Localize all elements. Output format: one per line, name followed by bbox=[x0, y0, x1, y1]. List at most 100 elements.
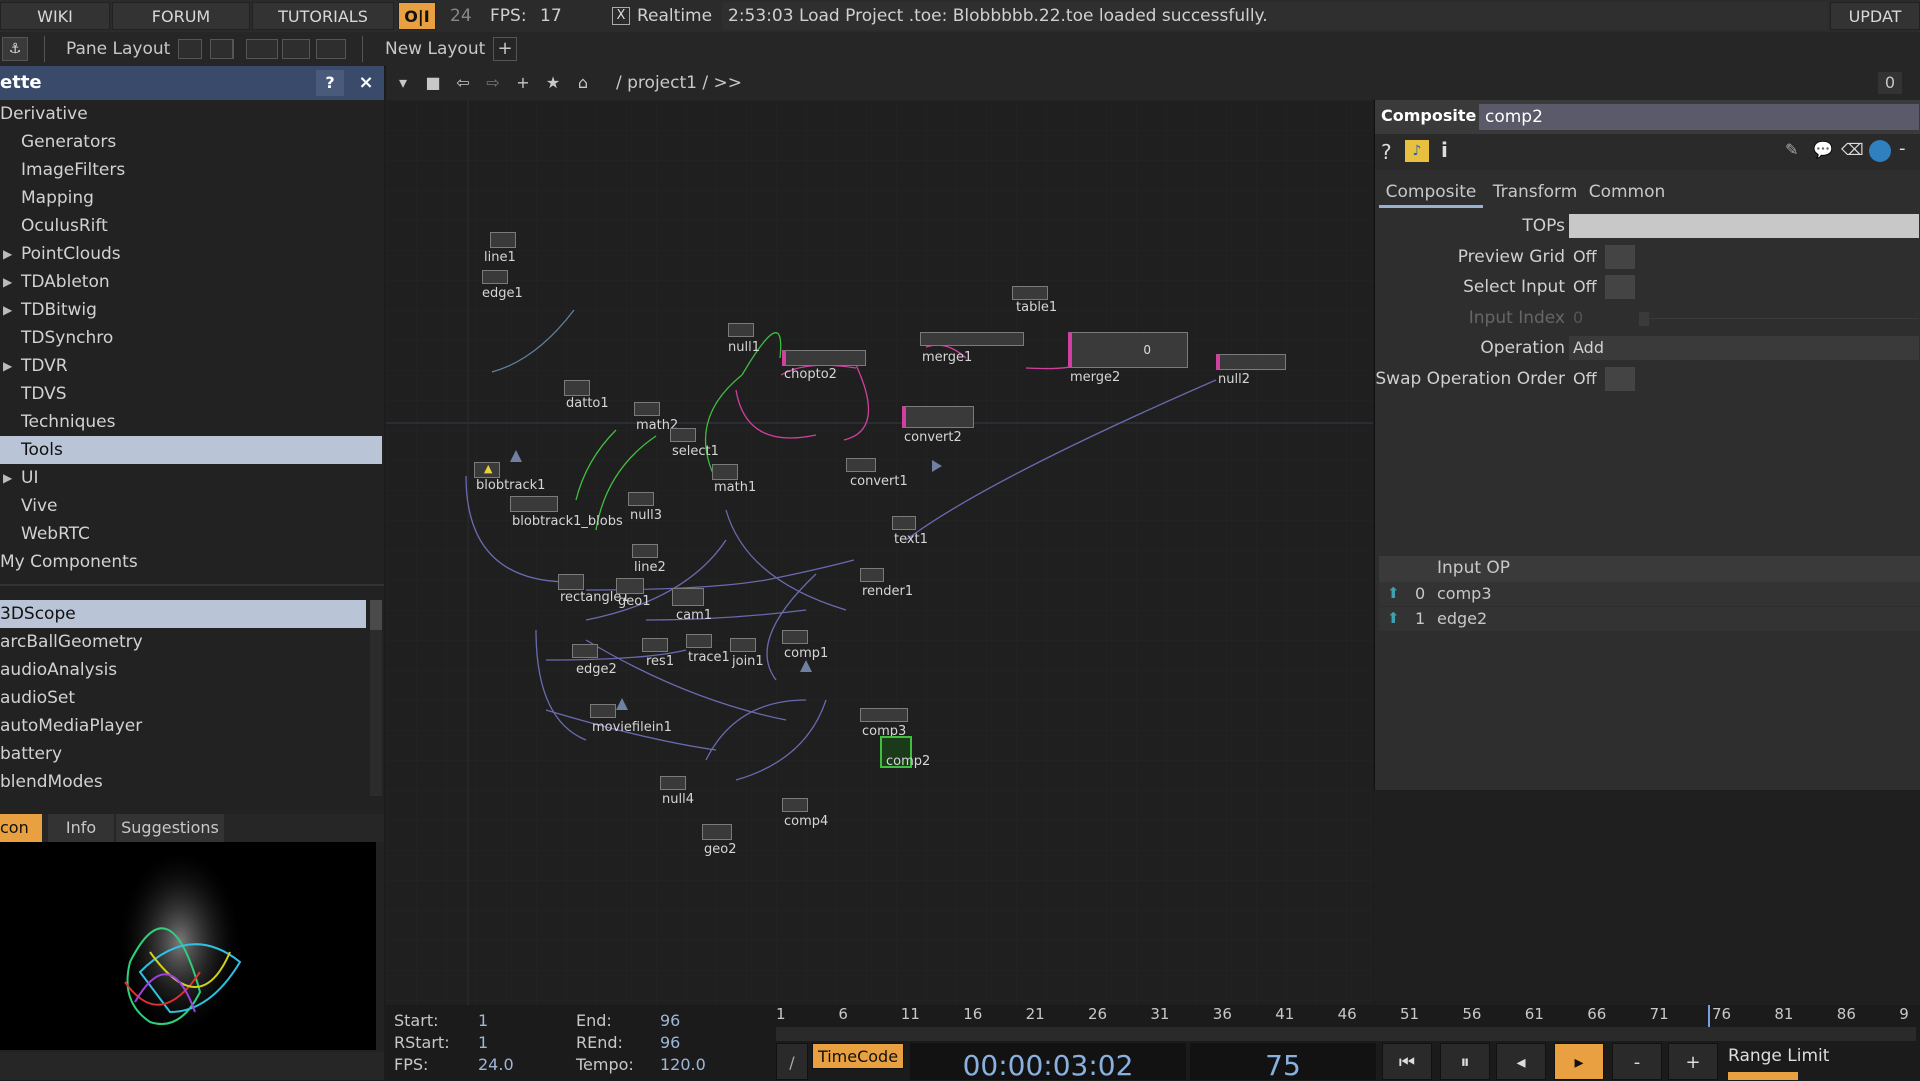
range-limit-toggle[interactable] bbox=[1728, 1072, 1798, 1080]
node-viewer[interactable] bbox=[564, 380, 590, 396]
node-viewer[interactable] bbox=[628, 492, 654, 506]
pause-icon[interactable]: ⏸ bbox=[1440, 1043, 1490, 1080]
node-viewer[interactable] bbox=[634, 402, 660, 416]
palette-tree-item[interactable]: My Components bbox=[0, 548, 382, 576]
tab-icon[interactable]: con bbox=[0, 814, 42, 842]
input-op-row[interactable]: ⬆ 1 edge2 bbox=[1379, 607, 1920, 631]
node-viewer[interactable] bbox=[892, 516, 916, 530]
node-viewer[interactable] bbox=[686, 634, 712, 648]
network-editor[interactable]: line1 edge1 null1 chopto2 merge1 0 merge2 null2… bbox=[386, 100, 1373, 1005]
node-viewer[interactable] bbox=[660, 776, 686, 790]
palette-tree-item[interactable]: Mapping bbox=[0, 184, 382, 212]
edit-icon[interactable]: ✎ bbox=[1785, 140, 1798, 159]
toggle-switch[interactable] bbox=[1605, 244, 1635, 269]
network-path[interactable]: / project1 / >> bbox=[616, 72, 742, 94]
node-viewer[interactable] bbox=[702, 824, 732, 840]
expand-arrow-icon[interactable]: ▶ bbox=[3, 464, 12, 492]
fps-target[interactable]: 24 bbox=[450, 2, 472, 30]
palette-tree-item[interactable]: Vive bbox=[0, 492, 382, 520]
palette-tree-item[interactable]: ▶ TDVR bbox=[0, 352, 382, 380]
param-field[interactable]: 0 bbox=[1569, 306, 1919, 330]
input-arrow-icon[interactable]: ⬆ bbox=[1387, 584, 1400, 602]
palette-tree-item[interactable]: TDSynchro bbox=[0, 324, 382, 352]
layout-split-horizontal-icon[interactable] bbox=[246, 39, 278, 59]
slider-handle[interactable] bbox=[1639, 311, 1649, 326]
node-viewer[interactable] bbox=[1216, 354, 1286, 370]
oi-toggle[interactable]: O|I bbox=[398, 2, 436, 30]
node-viewer[interactable] bbox=[920, 332, 1024, 346]
more-icon[interactable]: - bbox=[1899, 138, 1906, 159]
toggle-switch[interactable] bbox=[1605, 366, 1635, 391]
help-icon[interactable]: ? bbox=[1381, 140, 1392, 164]
input-name[interactable]: comp3 bbox=[1437, 584, 1492, 603]
palette-tree-item[interactable]: Derivative bbox=[0, 100, 382, 128]
wiki-button[interactable]: WIKI bbox=[0, 2, 110, 30]
node-viewer[interactable] bbox=[782, 630, 808, 644]
layout-split-vertical-icon[interactable] bbox=[210, 39, 234, 59]
timeline-track[interactable] bbox=[776, 1027, 1916, 1041]
eraser-icon[interactable]: ⌫ bbox=[1841, 140, 1864, 159]
palette-tree-item[interactable]: ▶ PointClouds bbox=[0, 240, 382, 268]
palette-list-item[interactable]: audioSet bbox=[0, 684, 366, 712]
node-viewer[interactable] bbox=[482, 270, 508, 284]
expand-arrow-icon[interactable]: ▶ bbox=[3, 268, 12, 296]
slider-track[interactable] bbox=[1649, 317, 1919, 319]
layout-three-icon[interactable] bbox=[282, 39, 310, 59]
node-viewer[interactable] bbox=[590, 704, 616, 718]
back-icon[interactable]: ⇦ bbox=[450, 72, 476, 94]
param-field[interactable] bbox=[1569, 214, 1919, 238]
node-viewer[interactable] bbox=[558, 574, 584, 590]
palette-list-item[interactable]: battery bbox=[0, 740, 366, 768]
pane-home-icon[interactable]: ⚓ bbox=[2, 37, 28, 61]
fps-value[interactable]: 24.0 bbox=[478, 1055, 514, 1074]
start-value[interactable]: 1 bbox=[478, 1011, 488, 1030]
python-icon[interactable] bbox=[1869, 140, 1891, 162]
node-viewer[interactable] bbox=[730, 638, 756, 652]
node-viewer[interactable] bbox=[712, 464, 738, 480]
palette-tree-item[interactable]: Generators bbox=[0, 128, 382, 156]
palette-list-item[interactable]: blendModes bbox=[0, 768, 366, 796]
palette-tree-item[interactable]: ▶ TDBitwig bbox=[0, 296, 382, 324]
expand-arrow-icon[interactable]: ▶ bbox=[3, 352, 12, 380]
palette-list-item[interactable]: autoMediaPlayer bbox=[0, 712, 366, 740]
node-viewer[interactable] bbox=[1012, 286, 1048, 300]
param-field[interactable]: Add bbox=[1569, 336, 1919, 360]
python-help-icon[interactable]: ♪ bbox=[1405, 140, 1429, 162]
node-viewer[interactable] bbox=[860, 568, 884, 582]
node-viewer[interactable] bbox=[728, 323, 754, 337]
rstart-value[interactable]: 1 bbox=[478, 1033, 488, 1052]
node-viewer[interactable] bbox=[572, 644, 598, 658]
node-viewer[interactable] bbox=[642, 638, 668, 652]
expand-arrow-icon[interactable]: ▶ bbox=[3, 296, 12, 324]
info-icon[interactable]: i bbox=[1441, 138, 1448, 162]
palette-tree-item[interactable]: TDVS bbox=[0, 380, 382, 408]
timecode-slash-icon[interactable]: / bbox=[776, 1043, 808, 1080]
tempo-value[interactable]: 120.0 bbox=[660, 1055, 706, 1074]
realtime-checkbox[interactable]: X bbox=[612, 7, 630, 25]
home-icon[interactable]: ⌂ bbox=[570, 72, 596, 94]
stop-icon[interactable]: ■ bbox=[420, 72, 446, 94]
list-scroll-thumb[interactable] bbox=[370, 600, 382, 630]
timeline-ruler[interactable]: 1 6 11 16 21 26 31 36 41 46 51 56 61 66 71 76 81 86 9 bbox=[776, 1005, 1916, 1025]
palette-list-item[interactable]: 3DScope bbox=[0, 600, 366, 628]
input-name[interactable]: edge2 bbox=[1437, 609, 1487, 628]
node-viewer[interactable] bbox=[670, 428, 696, 442]
param-field[interactable]: Off bbox=[1569, 244, 1635, 269]
tab-suggestions[interactable]: Suggestions bbox=[116, 814, 224, 842]
palette-tree-item[interactable]: WebRTC bbox=[0, 520, 382, 548]
step-back-icon[interactable]: ◂ bbox=[1496, 1043, 1546, 1080]
help-button[interactable]: ? bbox=[316, 70, 344, 96]
node-viewer[interactable] bbox=[782, 350, 866, 366]
palette-tree-item[interactable]: OculusRift bbox=[0, 212, 382, 240]
node-viewer[interactable] bbox=[632, 544, 658, 558]
node-viewer[interactable] bbox=[782, 798, 808, 812]
tab-transform[interactable]: Transform bbox=[1489, 178, 1581, 208]
play-icon[interactable]: ▸ bbox=[1554, 1043, 1604, 1080]
palette-list-item[interactable]: arcBallGeometry bbox=[0, 628, 366, 656]
palette-tree-item[interactable]: ImageFilters bbox=[0, 156, 382, 184]
skip-to-start-icon[interactable]: ⏮ bbox=[1382, 1043, 1432, 1080]
node-viewer[interactable] bbox=[616, 578, 644, 594]
tab-info[interactable]: Info bbox=[48, 814, 114, 842]
expand-arrow-icon[interactable]: ▶ bbox=[3, 240, 12, 268]
add-icon[interactable]: + bbox=[510, 72, 536, 94]
